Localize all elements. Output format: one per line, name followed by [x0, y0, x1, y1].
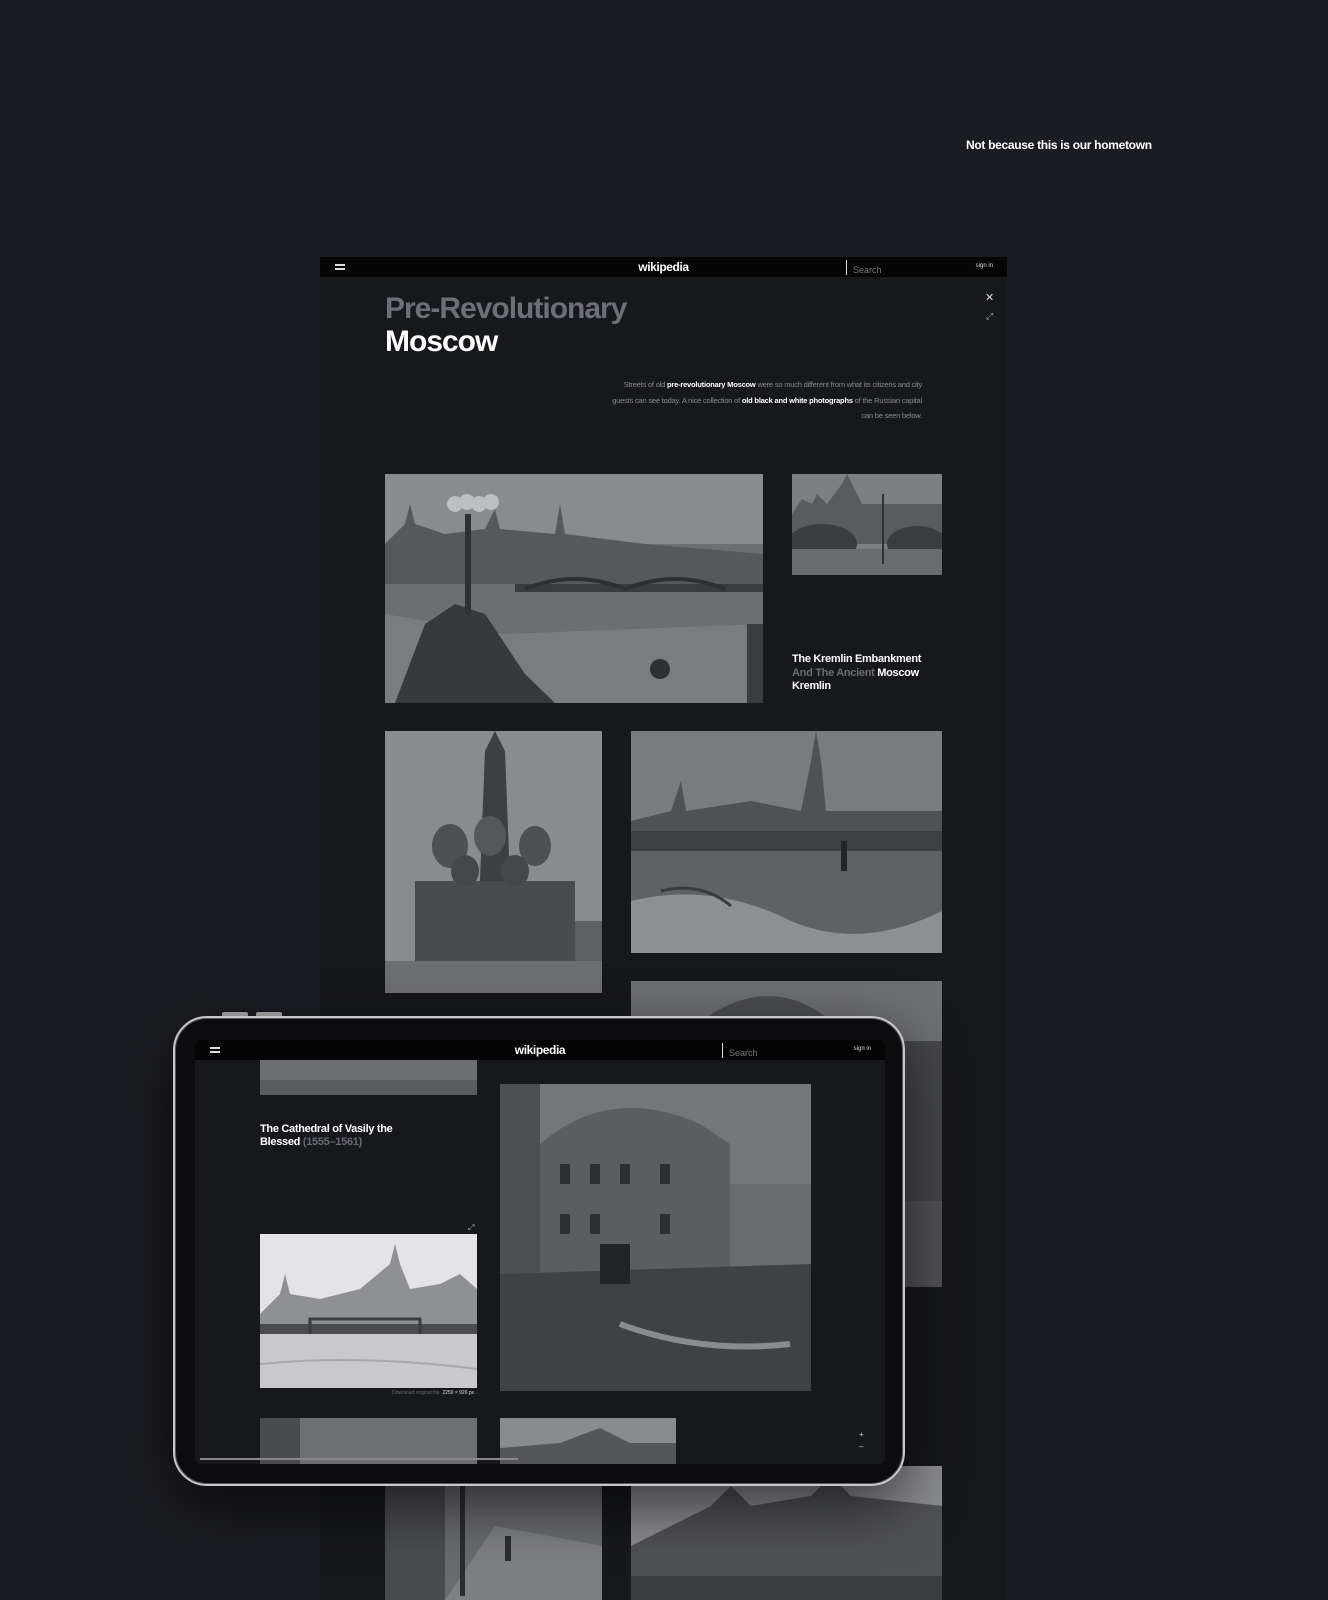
- tagline: Not because this is our hometown: [966, 138, 1152, 152]
- download-label[interactable]: Download original file: [392, 1390, 440, 1396]
- photo-st-basils[interactable]: [385, 731, 602, 993]
- photo-mansion-street[interactable]: [500, 1084, 811, 1391]
- tablet-top-nav: wikipedia sign in: [195, 1040, 885, 1061]
- tablet-screen: wikipedia sign in The Cathedral of Vasil…: [195, 1040, 885, 1464]
- description-segment: old black and white photographs: [741, 395, 853, 405]
- top-nav: wikipedia sign in: [320, 257, 1007, 278]
- caption-kremlin-part1: The Kremlin Embankment: [792, 653, 922, 665]
- search-box[interactable]: [846, 260, 966, 278]
- tablet-device: wikipedia sign in The Cathedral of Vasil…: [173, 1016, 905, 1486]
- zoom-in-button[interactable]: +: [859, 1430, 864, 1439]
- page-title-line1: Pre-Revolutionary: [385, 292, 627, 325]
- photo-gum-bottom-right[interactable]: [631, 1466, 942, 1600]
- caption-cathedral-part2: (1555–1561): [302, 1135, 362, 1148]
- horizontal-scrollbar[interactable]: [200, 1458, 518, 1460]
- search-input[interactable]: [723, 1045, 842, 1061]
- description-segment: Streets of old: [623, 380, 667, 389]
- page-title-line2: Moscow: [385, 325, 498, 358]
- download-size: 2259 × 926 px: [442, 1390, 475, 1396]
- page-description: Streets of old pre-revolutionary Moscow …: [610, 377, 922, 424]
- photo-gum-bottom[interactable]: [500, 1418, 676, 1464]
- signin-link[interactable]: sign in: [976, 263, 993, 269]
- expand-icon[interactable]: ⤢: [986, 311, 993, 322]
- search-input[interactable]: [847, 262, 966, 278]
- download-original[interactable]: Download original file 2259 × 926 px ↓: [392, 1390, 478, 1396]
- description-segment: of the Russian capital can be seen below…: [852, 395, 923, 421]
- search-box[interactable]: [722, 1043, 842, 1061]
- photo-kremlin-embankment[interactable]: [385, 474, 763, 703]
- photo-kremlin-small[interactable]: [792, 474, 942, 575]
- zoom-out-button[interactable]: –: [859, 1442, 863, 1451]
- caption-kremlin: The Kremlin Embankment And The Ancient M…: [792, 653, 932, 694]
- page-title: Pre-Revolutionary Moscow: [385, 292, 627, 358]
- caption-cathedral: The Cathedral of Vasily the Blessed (155…: [260, 1123, 420, 1148]
- signin-link[interactable]: sign in: [854, 1046, 871, 1052]
- photo-st-basils-bottom[interactable]: [260, 1060, 477, 1095]
- photo-kremlin-bright[interactable]: [260, 1234, 477, 1388]
- caption-kremlin-part2: And The Ancient: [792, 666, 875, 679]
- description-segment: pre-revolutionary Moscow: [667, 380, 756, 389]
- expand-icon[interactable]: ⤢: [468, 1223, 474, 1233]
- photo-street-bottom-left[interactable]: [385, 1486, 602, 1600]
- photo-kremlin-frozen-river[interactable]: [631, 731, 942, 953]
- close-icon[interactable]: ✕: [985, 291, 994, 304]
